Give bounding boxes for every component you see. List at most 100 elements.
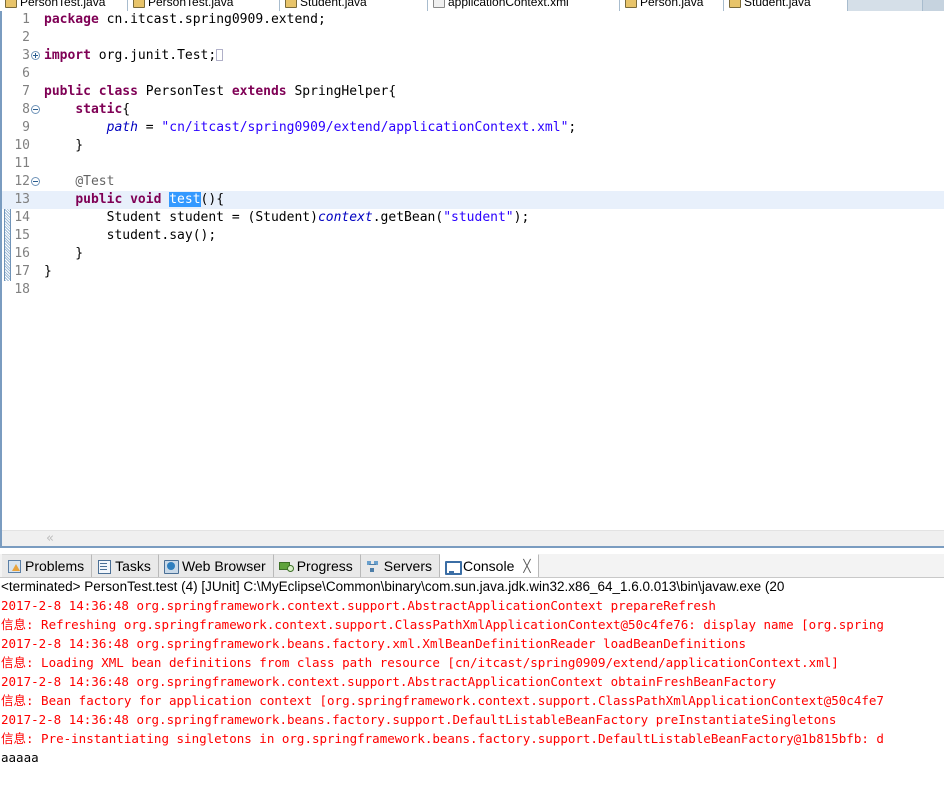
code-token: static — [75, 102, 123, 117]
console-process-header: <terminated> PersonTest.test (4) [JUnit]… — [1, 579, 785, 594]
code-token: package — [44, 12, 107, 27]
code-token: SpringHelper{ — [294, 84, 397, 99]
code-text: import org.junit.Test; — [44, 47, 224, 65]
editor-tab[interactable]: PersonTest.java — [128, 0, 280, 11]
code-line[interactable]: 11 — [2, 155, 944, 173]
line-number: 18 — [14, 282, 30, 297]
editor-tab-bar: PersonTest.java PersonTest.java Student.ja… — [0, 0, 944, 11]
fold-collapse-icon[interactable] — [31, 177, 40, 186]
fold-collapse-icon[interactable] — [31, 105, 40, 114]
line-number: 11 — [14, 156, 30, 171]
editor-tab-label: PersonTest.java — [148, 0, 234, 9]
java-file-icon — [728, 0, 741, 11]
xml-file-icon — [432, 0, 445, 11]
code-text: } — [44, 245, 83, 263]
console-stderr-line: 信息: Refreshing org.springframework.conte… — [1, 617, 884, 632]
code-token: org.junit.Test; — [98, 48, 217, 63]
bottom-view-tab-console[interactable]: Console ╳ — [439, 554, 539, 577]
editor-code-lines[interactable]: 1 package cn.itcast.spring0909.extend; 2 3 i… — [2, 11, 944, 530]
code-line[interactable]: 14 Student student = (Student)context.ge… — [2, 209, 944, 227]
code-line[interactable]: 17} — [2, 263, 944, 281]
code-text: public class PersonTest extends SpringHe… — [44, 83, 396, 101]
editor-tab[interactable]: PersonTest.java — [0, 0, 128, 11]
console-stderr-line: 信息: Bean factory for application context… — [1, 693, 884, 708]
servers-icon — [365, 559, 380, 574]
code-token: "cn/itcast/spring0909/extend/application… — [161, 120, 569, 135]
code-line[interactable]: 12 @Test — [2, 173, 944, 191]
editor-tab-bar-filler — [848, 0, 922, 11]
line-number: 14 — [14, 210, 30, 225]
bottom-view-tab-label: Progress — [296, 558, 353, 574]
code-token: test — [169, 192, 201, 207]
console-stderr-line: 信息: Pre-instantiating singletons in org.… — [1, 731, 884, 746]
editor-tab[interactable]: Student.java — [280, 0, 428, 11]
code-line[interactable]: 13 public void test(){ — [2, 191, 944, 209]
code-token: (){ — [200, 192, 225, 207]
console-stderr-line: 2017-2-8 14:36:48 org.springframework.co… — [1, 598, 716, 613]
line-number: 2 — [22, 30, 30, 45]
code-line[interactable]: 10 } — [2, 137, 944, 155]
java-file-icon — [132, 0, 145, 11]
console-view[interactable]: <terminated> PersonTest.test (4) [JUnit]… — [0, 578, 944, 796]
bottom-view-stack: Problems Tasks Web Browser Progress Servers C… — [0, 554, 944, 796]
code-token: import — [44, 48, 99, 63]
code-token: cn.itcast.spring0909.extend; — [106, 12, 326, 27]
console-output[interactable]: 2017-2-8 14:36:48 org.springframework.co… — [0, 596, 944, 767]
code-token: } — [44, 138, 84, 153]
code-text: student.say(); — [44, 227, 217, 245]
editor-tab[interactable]: applicationContext.xml — [428, 0, 620, 11]
code-line[interactable]: 7 public class PersonTest extends SpringH… — [2, 83, 944, 101]
code-token: .getBean( — [372, 210, 444, 225]
java-file-icon — [4, 0, 17, 11]
bottom-view-tab-problems[interactable]: Problems — [2, 554, 93, 577]
bottom-view-tab-web-browser[interactable]: Web Browser — [158, 554, 274, 577]
bottom-view-tab-servers[interactable]: Servers — [360, 554, 440, 577]
code-line[interactable]: 15 student.say(); — [2, 227, 944, 245]
line-number: 15 — [14, 228, 30, 243]
editor-tab-label: Person.java — [640, 0, 704, 9]
editor-horizontal-scrollbar[interactable]: « — [2, 530, 944, 546]
editor-tab-scroll-button[interactable] — [922, 0, 944, 11]
folded-region-marker-icon — [216, 49, 224, 61]
scroll-left-icon[interactable]: « — [46, 532, 54, 545]
java-editor[interactable]: 1 package cn.itcast.spring0909.extend; 2 3 i… — [0, 11, 944, 548]
code-text: package cn.itcast.spring0909.extend; — [44, 11, 326, 29]
bottom-view-tab-filler — [538, 554, 944, 577]
code-line[interactable]: 8 static{ — [2, 101, 944, 119]
code-line[interactable]: 16 } — [2, 245, 944, 263]
code-line[interactable]: 18 — [2, 281, 944, 299]
code-token: public class — [44, 84, 146, 99]
editor-tab-label: Student.java — [744, 0, 811, 9]
code-line[interactable]: 9 path = "cn/itcast/spring0909/extend/ap… — [2, 119, 944, 137]
code-token: } — [44, 246, 84, 261]
bottom-view-tab-progress[interactable]: Progress — [273, 554, 361, 577]
tasks-icon — [96, 559, 112, 574]
console-icon — [444, 559, 462, 575]
bottom-view-tab-label: Servers — [383, 558, 432, 574]
editor-tab[interactable]: Student.java — [724, 0, 848, 11]
line-number: 16 — [14, 246, 30, 261]
bottom-view-tab-label: Problems — [25, 558, 85, 574]
code-line[interactable]: 2 — [2, 29, 944, 47]
code-token: student.say(); — [44, 228, 217, 243]
line-number: 9 — [22, 120, 30, 135]
browser-icon — [163, 559, 179, 574]
console-stderr-line: 2017-2-8 14:36:48 org.springframework.be… — [1, 712, 837, 727]
fold-expand-icon[interactable] — [31, 51, 40, 60]
editor-tab[interactable]: Person.java — [620, 0, 724, 11]
code-token: @Test — [75, 174, 115, 189]
bottom-view-tab-tasks[interactable]: Tasks — [92, 554, 159, 577]
code-line[interactable]: 3 import org.junit.Test; — [2, 47, 944, 65]
bottom-view-tab-bar: Problems Tasks Web Browser Progress Servers C… — [0, 554, 944, 578]
code-token: "student" — [443, 210, 514, 225]
code-text: } — [44, 263, 52, 281]
line-number: 1 — [22, 12, 30, 27]
close-icon[interactable]: ╳ — [523, 560, 530, 572]
code-line[interactable]: 1 package cn.itcast.spring0909.extend; — [2, 11, 944, 29]
code-line[interactable]: 6 — [2, 65, 944, 83]
editor-text-area[interactable]: 1 package cn.itcast.spring0909.extend; 2 3 i… — [2, 11, 944, 530]
java-file-icon — [284, 0, 297, 11]
